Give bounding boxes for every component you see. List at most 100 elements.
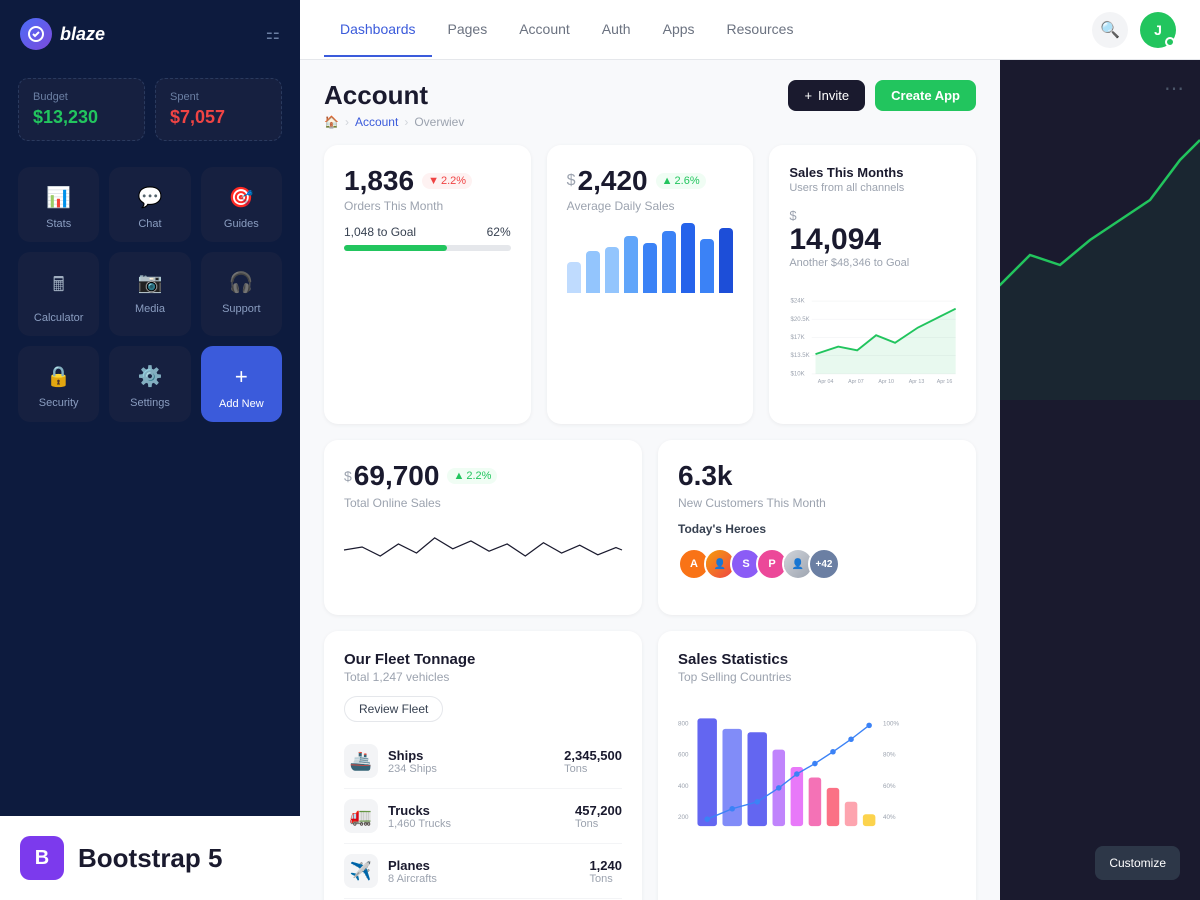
sales-month-card: Sales This Months Users from all channel…: [769, 145, 976, 424]
nav-item-chat[interactable]: 💬 Chat: [109, 167, 190, 242]
media-icon: 📷: [138, 270, 163, 295]
top-nav-right: 🔍 J: [1092, 12, 1176, 48]
orders-label: Orders This Month: [344, 199, 511, 213]
bottom-grid: Our Fleet Tonnage Total 1,247 vehicles R…: [324, 631, 976, 900]
sales-stats-subtitle: Top Selling Countries: [678, 670, 956, 684]
heroes-label: Today's Heroes: [678, 522, 956, 536]
svg-text:$10K: $10K: [791, 371, 805, 377]
goal-pct: 62%: [487, 225, 511, 239]
settings-icon: ⚙️: [138, 364, 163, 389]
customers-card: 6.3k New Customers This Month Today's He…: [658, 440, 976, 615]
avatar-initial: J: [1154, 22, 1162, 38]
bar-6: [662, 231, 676, 293]
nav-item-settings[interactable]: ⚙️ Settings: [109, 346, 190, 422]
planes-count: 8 Aircrafts: [388, 873, 437, 885]
nav-item-security[interactable]: 🔒 Security: [18, 346, 99, 422]
fleet-card: Our Fleet Tonnage Total 1,247 vehicles R…: [324, 631, 642, 900]
sidebar: blaze ⚏ Budget $13,230 Spent $7,057 📊 St…: [0, 0, 300, 900]
trucks-count: 1,460 Trucks: [388, 818, 451, 830]
goal-bar: [344, 245, 511, 251]
trucks-unit: Tons: [575, 818, 622, 830]
menu-icon[interactable]: ⚏: [266, 24, 280, 44]
svg-text:$13.5K: $13.5K: [791, 353, 810, 359]
breadcrumb-home-icon[interactable]: 🏠: [324, 115, 339, 129]
nav-link-auth[interactable]: Auth: [586, 3, 647, 57]
goal-text: 1,048 to Goal: [344, 225, 416, 239]
invite-button[interactable]: + Invite: [788, 80, 865, 111]
nav-link-dashboards[interactable]: Dashboards: [324, 3, 432, 57]
stats-grid-row1: 1,836 ▼ 2.2% Orders This Month 1,048 to …: [324, 145, 976, 424]
breadcrumb-account[interactable]: Account: [355, 115, 398, 129]
nav-label-stats: Stats: [46, 218, 71, 230]
svg-text:100%: 100%: [883, 720, 899, 727]
sidebar-header: blaze ⚏: [0, 0, 300, 68]
svg-text:60%: 60%: [883, 783, 896, 790]
nav-link-apps[interactable]: Apps: [647, 3, 711, 57]
heroes-avatars: A 👤 S P 👤 +42: [678, 548, 956, 580]
user-avatar[interactable]: J: [1140, 12, 1176, 48]
nav-link-resources[interactable]: Resources: [711, 3, 810, 57]
search-button[interactable]: 🔍: [1092, 12, 1128, 48]
nav-grid: 📊 Stats 💬 Chat 🎯 Guides 🖩 Calculator 📷 M…: [0, 159, 300, 430]
add-icon: +: [235, 364, 248, 390]
bar-2: [586, 251, 600, 293]
svg-text:800: 800: [678, 720, 689, 727]
wave-chart: [344, 510, 622, 590]
customers-value: 6.3k: [678, 460, 956, 492]
panel-dots-icon[interactable]: ⋯: [1164, 76, 1184, 101]
sales-month-note: Another $48,346 to Goal: [789, 257, 956, 269]
logo: blaze: [20, 18, 105, 50]
goal-row: 1,048 to Goal 62%: [344, 225, 511, 239]
create-app-button[interactable]: Create App: [875, 80, 976, 111]
customize-button[interactable]: Customize: [1095, 846, 1180, 880]
dollar-sup-label: $: [789, 208, 956, 223]
guides-icon: 🎯: [229, 185, 254, 210]
nav-label-chat: Chat: [138, 218, 161, 230]
trucks-value: 457,200: [575, 803, 622, 818]
invite-plus-icon: +: [804, 88, 812, 103]
svg-text:40%: 40%: [883, 814, 896, 821]
security-icon: 🔒: [46, 364, 71, 389]
nav-item-guides[interactable]: 🎯 Guides: [201, 167, 282, 242]
budget-label: Budget: [33, 91, 130, 103]
nav-label-support: Support: [222, 303, 261, 315]
customers-label: New Customers This Month: [678, 496, 956, 510]
svg-text:400: 400: [678, 783, 689, 790]
svg-text:Apr 16: Apr 16: [937, 379, 953, 385]
nav-link-account[interactable]: Account: [503, 3, 586, 57]
nav-label-calculator: Calculator: [34, 312, 84, 324]
svg-text:Apr 04: Apr 04: [818, 379, 834, 385]
nav-item-calculator[interactable]: 🖩 Calculator: [18, 252, 99, 336]
nav-link-pages[interactable]: Pages: [432, 3, 504, 57]
nav-item-add-new[interactable]: + Add New: [201, 346, 282, 422]
top-nav: Dashboards Pages Account Auth Apps Resou…: [300, 0, 1200, 60]
chat-icon: 💬: [138, 185, 163, 210]
nav-label-settings: Settings: [130, 397, 170, 409]
nav-item-media[interactable]: 📷 Media: [109, 252, 190, 336]
trucks-icon: 🚛: [344, 799, 378, 833]
panel-icon-row: ⋯: [1016, 76, 1184, 101]
right-panel: ⋯ Customize: [1000, 60, 1200, 900]
support-icon: 🎧: [229, 270, 254, 295]
nav-item-support[interactable]: 🎧 Support: [201, 252, 282, 336]
sales-stats-title: Sales Statistics: [678, 651, 956, 668]
right-panel-content: ⋯: [1000, 60, 1200, 133]
logo-text: blaze: [60, 24, 105, 45]
spent-card: Spent $7,057: [155, 78, 282, 141]
trucks-name: Trucks: [388, 803, 451, 818]
bar-7: [681, 223, 695, 293]
bootstrap-icon: B: [20, 836, 64, 880]
page-header: Account 🏠 › Account › Overwiev + Invite …: [324, 80, 976, 129]
planes-value: 1,240: [589, 858, 622, 873]
bar-5: [643, 243, 657, 293]
sales-month-value: 14,094: [789, 223, 956, 257]
svg-text:$24K: $24K: [791, 299, 805, 305]
nav-label-guides: Guides: [224, 218, 259, 230]
calculator-icon: 🖩: [53, 270, 65, 304]
nav-item-stats[interactable]: 📊 Stats: [18, 167, 99, 242]
review-fleet-button[interactable]: Review Fleet: [344, 696, 443, 722]
bootstrap-text: Bootstrap 5: [78, 843, 222, 874]
online-dot: [1165, 37, 1175, 47]
svg-text:Apr 10: Apr 10: [879, 379, 895, 385]
ships-unit: Tons: [564, 763, 622, 775]
